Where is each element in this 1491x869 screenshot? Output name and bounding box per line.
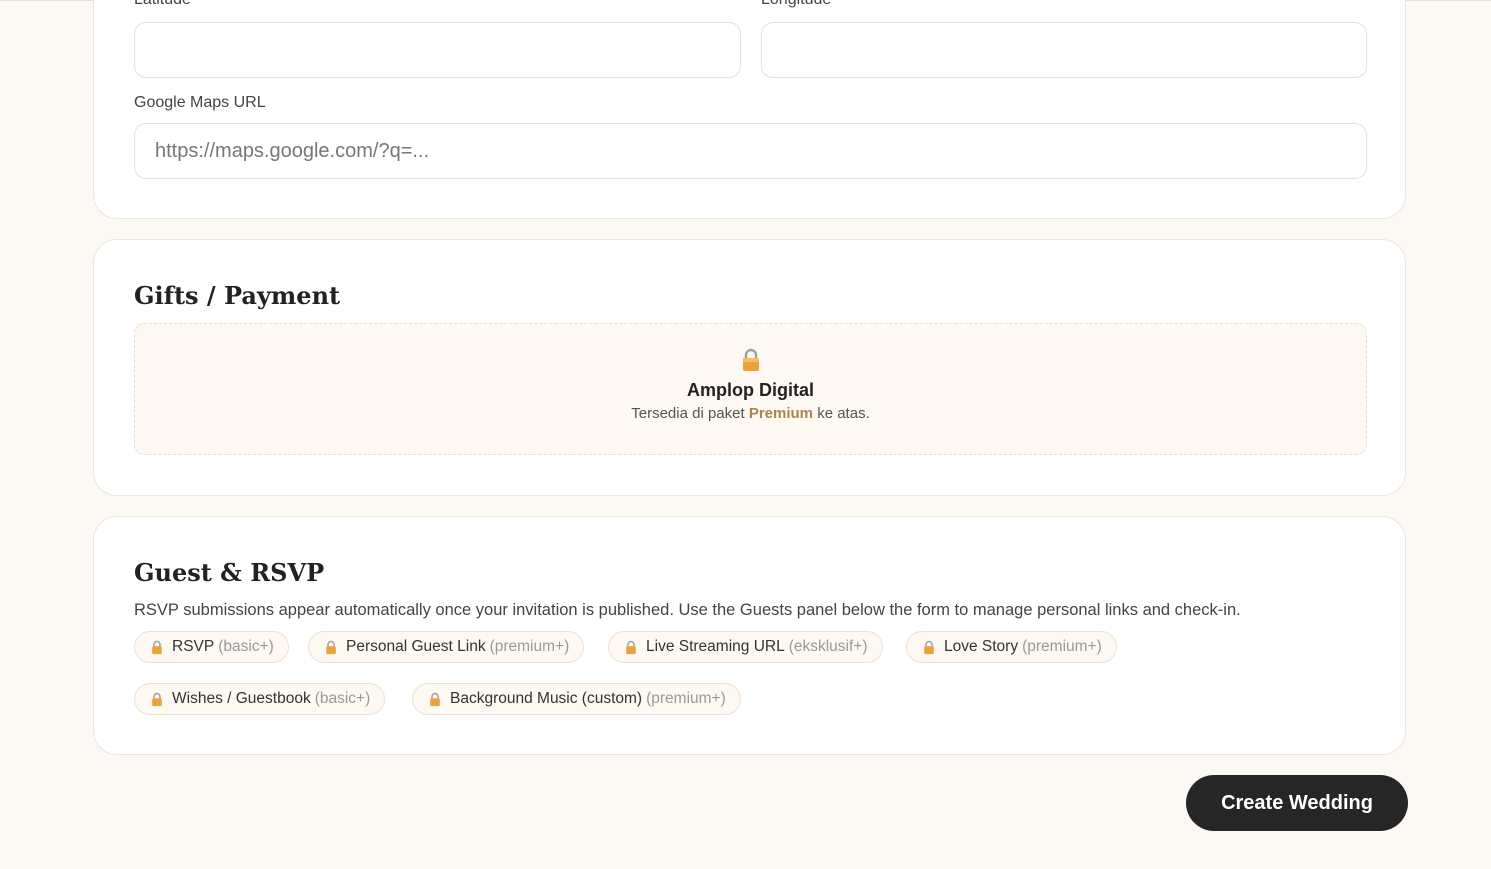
feature-tier: (premium+) bbox=[489, 638, 570, 655]
feature-chip-love-story: Love Story (premium+) bbox=[906, 631, 1117, 663]
guest-rsvp-description: RSVP submissions appear automatically on… bbox=[134, 601, 1241, 619]
locked-feature-description: Tersedia di paket Premium ke atas. bbox=[135, 405, 1366, 422]
locked-prefix: Tersedia di paket bbox=[631, 405, 745, 422]
guest-rsvp-card: Guest & RSVP RSVP submissions appear aut… bbox=[93, 516, 1406, 755]
lock-icon bbox=[924, 640, 934, 654]
feature-label: Wishes / Guestbook bbox=[172, 690, 311, 707]
feature-chip-live-streaming-url: Live Streaming URL (eksklusif+) bbox=[608, 631, 883, 663]
feature-chip-personal-guest-link: Personal Guest Link (premium+) bbox=[308, 631, 585, 663]
location-card: Latitude Longitude Google Maps URL bbox=[93, 0, 1406, 219]
feature-tier: (premium+) bbox=[646, 690, 726, 707]
gifts-title: Gifts / Payment bbox=[134, 281, 341, 310]
latitude-input[interactable] bbox=[134, 22, 741, 78]
feature-tier: (basic+) bbox=[314, 690, 371, 707]
guest-rsvp-title: Guest & RSVP bbox=[134, 558, 325, 587]
feature-label: Background Music (custom) bbox=[450, 690, 643, 707]
feature-chip-background-music: Background Music (custom) (premium+) bbox=[412, 683, 741, 715]
feature-label: Love Story bbox=[944, 638, 1019, 655]
gifts-card: Gifts / Payment Amplop Digital Tersedia … bbox=[93, 239, 1406, 496]
maps-url-label: Google Maps URL bbox=[134, 94, 266, 111]
lock-icon bbox=[326, 640, 336, 654]
longitude-input[interactable] bbox=[761, 22, 1367, 78]
maps-url-input[interactable] bbox=[134, 123, 1367, 179]
feature-chip-wishes-guestbook: Wishes / Guestbook (basic+) bbox=[134, 683, 386, 715]
feature-label: Live Streaming URL bbox=[646, 638, 785, 655]
longitude-label: Longitude bbox=[761, 0, 831, 9]
feature-label: Personal Guest Link bbox=[346, 638, 486, 655]
lock-icon bbox=[626, 640, 636, 654]
lock-icon bbox=[152, 640, 162, 654]
locked-feature-box: Amplop Digital Tersedia di paket Premium… bbox=[134, 323, 1367, 455]
locked-tier: Premium bbox=[748, 405, 814, 422]
feature-tier: (eksklusif+) bbox=[788, 638, 868, 655]
feature-tier: (premium+) bbox=[1022, 638, 1102, 655]
lock-icon bbox=[743, 348, 759, 371]
feature-chip-rsvp: RSVP (basic+) bbox=[134, 631, 289, 663]
lock-icon bbox=[152, 692, 162, 706]
create-wedding-button[interactable]: Create Wedding bbox=[1186, 775, 1408, 831]
locked-feature-title: Amplop Digital bbox=[687, 380, 814, 400]
lock-icon bbox=[430, 692, 440, 706]
feature-tier: (basic+) bbox=[218, 638, 274, 655]
locked-suffix: ke atas. bbox=[817, 405, 870, 422]
feature-label: RSVP bbox=[172, 638, 215, 655]
latitude-label: Latitude bbox=[134, 0, 191, 9]
